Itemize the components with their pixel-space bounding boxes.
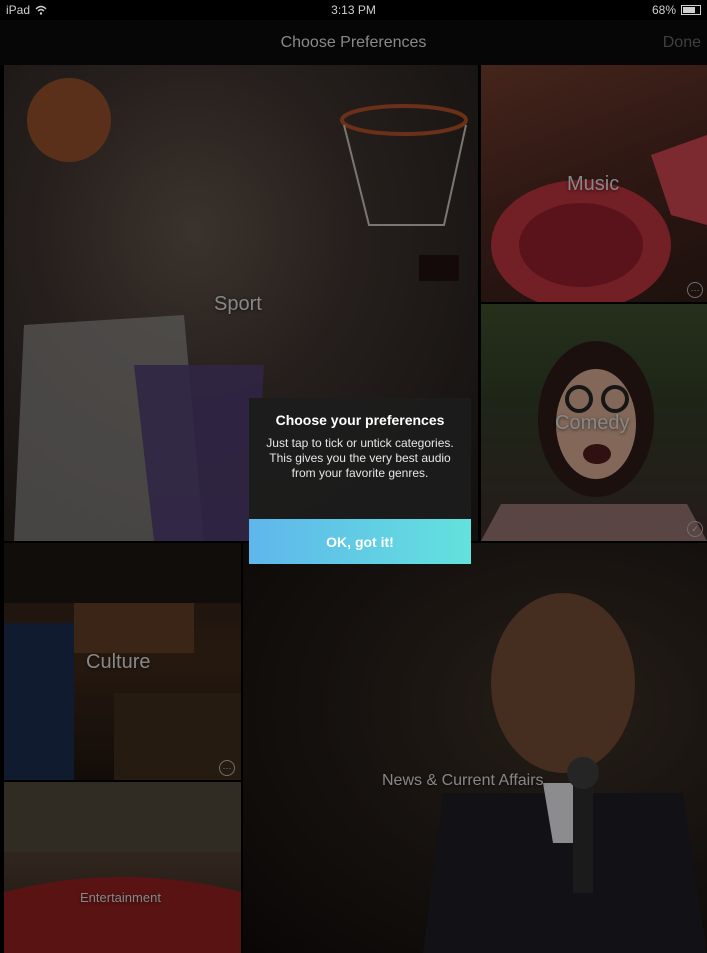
entertainment-image <box>4 782 241 953</box>
ok-got-it-button[interactable]: OK, got it! <box>249 519 471 564</box>
tile-news[interactable]: News & Current Affairs <box>243 543 707 953</box>
tile-entertainment-label: Entertainment <box>80 890 161 905</box>
tile-comedy-label: Comedy <box>555 412 630 434</box>
tile-sport-label: Sport <box>214 293 262 315</box>
tile-music[interactable]: Music ⋯ <box>481 65 707 302</box>
page-title: Choose Preferences <box>280 34 427 51</box>
nav-bar: Choose Preferences Done <box>0 20 707 65</box>
tile-culture-label: Culture <box>86 651 151 673</box>
news-image <box>423 593 707 953</box>
checkmark-icon[interactable]: ✓ <box>687 521 703 537</box>
more-options-icon[interactable]: ⋯ <box>219 760 235 776</box>
dialog-title: Choose your preferences <box>275 412 445 428</box>
battery-icon <box>681 5 701 15</box>
tile-entertainment[interactable]: Entertainment <box>4 782 241 953</box>
status-right: 68% <box>652 3 701 17</box>
tile-culture[interactable]: Culture ⋯ <box>4 543 241 780</box>
preferences-dialog: Choose your preferences Just tap to tick… <box>249 398 471 564</box>
done-button[interactable]: Done <box>663 34 701 52</box>
status-bar: iPad 3:13 PM 68% <box>0 0 707 20</box>
tile-comedy[interactable]: Comedy ✓ <box>481 304 707 541</box>
more-options-icon[interactable]: ⋯ <box>687 282 703 298</box>
dialog-message: Just tap to tick or untick categories. T… <box>266 436 454 480</box>
tile-music-label: Music <box>567 173 620 195</box>
status-time: 3:13 PM <box>331 3 376 17</box>
battery-percent: 68% <box>651 3 676 17</box>
tile-news-label: News & Current Affairs <box>382 772 544 789</box>
